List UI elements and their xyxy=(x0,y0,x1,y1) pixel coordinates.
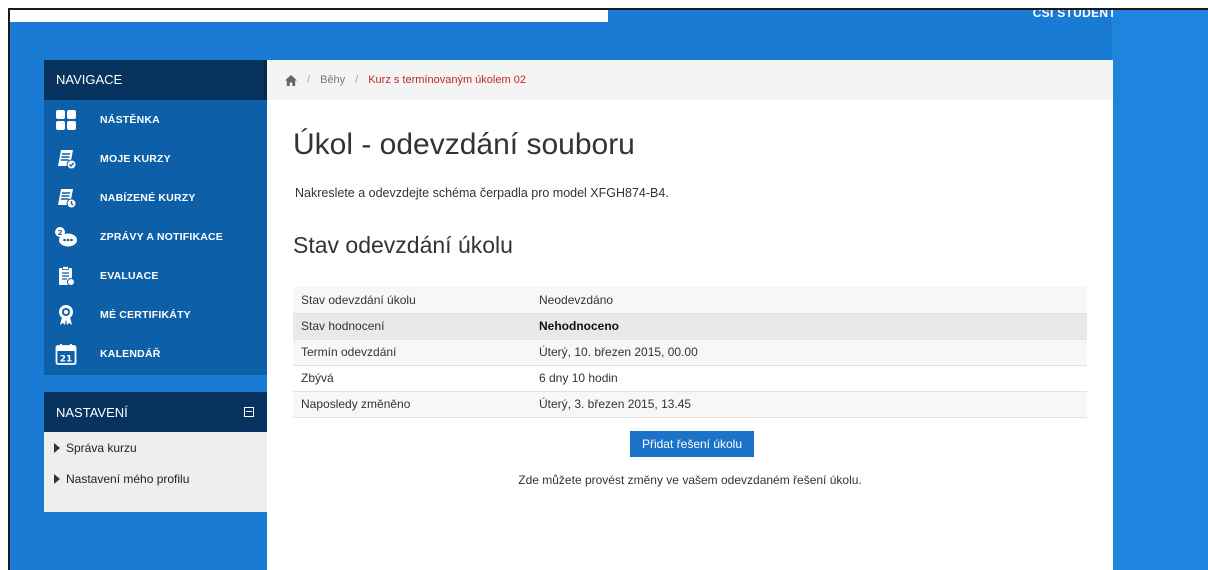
section-title: Stav odevzdání úkolu xyxy=(293,232,513,258)
table-row: Zbývá 6 dny 10 hodin xyxy=(293,365,1087,392)
settings-panel: NASTAVENÍ Správa kurzu Nastavení mého pr… xyxy=(44,392,268,512)
row-value: Neodevzdáno xyxy=(531,287,1087,314)
row-label: Naposledy změněno xyxy=(293,391,531,418)
right-band xyxy=(1112,10,1208,570)
navigation-header: NAVIGACE xyxy=(44,60,268,100)
info-text: Zde můžete provést změny ve vašem odevzd… xyxy=(518,473,862,487)
calendar-icon: 21 xyxy=(54,342,78,366)
dashboard-icon xyxy=(54,108,78,132)
breadcrumb-current[interactable]: Kurz s termínovaným úkolem 02 xyxy=(368,74,526,86)
submission-status-table: Stav odevzdání úkolu Neodevzdáno Stav ho… xyxy=(293,287,1087,418)
calendar-icon-text: 21 xyxy=(60,354,73,364)
nav-item-offered-courses[interactable]: NABÍZENÉ KURZY xyxy=(44,178,268,217)
settings-item-profile[interactable]: Nastavení mého profilu xyxy=(44,463,268,494)
offered-courses-icon xyxy=(54,186,78,210)
nav-label: ZPRÁVY A NOTIFIKACE xyxy=(100,230,224,243)
certificate-icon xyxy=(54,303,78,327)
row-value: Úterý, 3. březen 2015, 13.45 xyxy=(531,391,1087,418)
settings-item-label: Nastavení mého profilu xyxy=(66,471,190,486)
nav-label: NABÍZENÉ KURZY xyxy=(100,191,196,204)
row-label: Stav odevzdání úkolu xyxy=(293,287,531,314)
nav-label: MÉ CERTIFIKÁTY xyxy=(100,308,191,321)
settings-item-course-admin[interactable]: Správa kurzu xyxy=(44,432,268,463)
assignment-description: Nakreslete a odevzdejte schéma čerpadla … xyxy=(295,186,669,200)
breadcrumb: / Běhy / Kurz s termínovaným úkolem 02 xyxy=(267,60,1113,100)
triangle-right-icon xyxy=(54,442,60,453)
home-icon[interactable] xyxy=(285,74,297,86)
navigation-panel: NAVIGACE NÁSTĚNKA MOJE KURZY NABÍZENÉ KU… xyxy=(44,60,268,375)
settings-item-label: Správa kurzu xyxy=(66,440,137,455)
app-screen: CSI STUDENT NAVIGACE NÁSTĚNKA MOJE KURZY… xyxy=(8,8,1208,570)
row-label: Zbývá xyxy=(293,365,531,392)
page-title: Úkol - odevzdání souboru xyxy=(293,128,635,161)
messages-icon: 2 xyxy=(54,225,78,249)
nav-item-evaluation[interactable]: EVALUACE xyxy=(44,256,268,295)
top-bar xyxy=(10,10,608,22)
evaluation-icon xyxy=(54,264,78,288)
table-row: Termín odevzdání Úterý, 10. březen 2015,… xyxy=(293,339,1087,366)
table-row: Stav hodnocení Nehodnoceno xyxy=(293,313,1087,340)
row-value: 6 dny 10 hodin xyxy=(531,365,1087,392)
collapse-icon[interactable] xyxy=(244,407,254,417)
my-courses-icon xyxy=(54,147,78,171)
user-name[interactable]: CSI STUDENT xyxy=(1033,10,1116,20)
breadcrumb-link-runs[interactable]: Běhy xyxy=(320,74,345,86)
settings-title: NASTAVENÍ xyxy=(56,404,128,420)
row-label: Stav hodnocení xyxy=(293,313,531,340)
row-value: Nehodnoceno xyxy=(531,313,1087,340)
breadcrumb-separator: / xyxy=(307,74,311,86)
table-row: Stav odevzdání úkolu Neodevzdáno xyxy=(293,287,1087,314)
nav-item-calendar[interactable]: 21 KALENDÁŘ xyxy=(44,334,268,373)
nav-item-certificates[interactable]: MÉ CERTIFIKÁTY xyxy=(44,295,268,334)
nav-label: EVALUACE xyxy=(100,269,159,282)
nav-item-my-courses[interactable]: MOJE KURZY xyxy=(44,139,268,178)
add-submission-button[interactable]: Přidat řešení úkolu xyxy=(630,431,754,457)
triangle-right-icon xyxy=(54,473,60,484)
settings-header: NASTAVENÍ xyxy=(44,392,268,432)
breadcrumb-separator: / xyxy=(355,74,359,86)
nav-item-dashboard[interactable]: NÁSTĚNKA xyxy=(44,100,268,139)
nav-label: NÁSTĚNKA xyxy=(100,113,160,126)
row-value: Úterý, 10. březen 2015, 00.00 xyxy=(531,339,1087,366)
table-row: Naposledy změněno Úterý, 3. březen 2015,… xyxy=(293,391,1087,418)
nav-label: KALENDÁŘ xyxy=(100,347,161,360)
main-content: / Běhy / Kurz s termínovaným úkolem 02 Ú… xyxy=(267,60,1113,570)
nav-item-messages[interactable]: 2 ZPRÁVY A NOTIFIKACE xyxy=(44,217,268,256)
row-label: Termín odevzdání xyxy=(293,339,531,366)
nav-label: MOJE KURZY xyxy=(100,152,171,165)
